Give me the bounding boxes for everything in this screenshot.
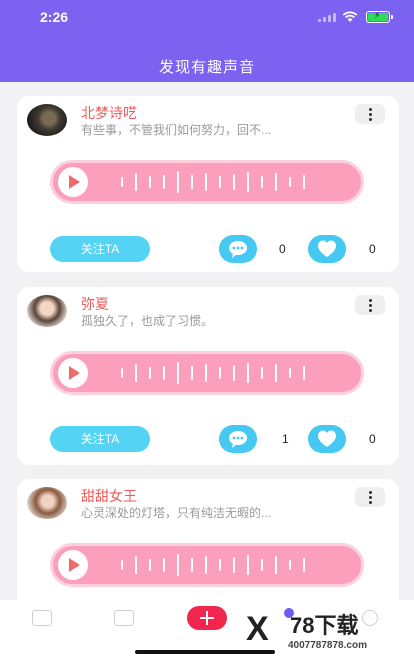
cellular-icon — [318, 13, 336, 22]
user-description: 孤独久了，也成了习惯。 — [81, 314, 214, 328]
battery-icon: ⚡ — [366, 10, 393, 23]
watermark: X 78下载 4007787878.com — [246, 612, 408, 654]
user-name[interactable]: 弥夏 — [81, 294, 109, 314]
play-icon[interactable] — [58, 167, 88, 197]
user-name[interactable]: 北梦诗呓 — [81, 103, 137, 123]
comment-count: 0 — [279, 242, 286, 256]
follow-button[interactable]: 关注TA — [50, 236, 150, 262]
comment-button[interactable] — [219, 235, 257, 263]
user-name[interactable]: 甜甜女王 — [81, 486, 137, 506]
comment-icon — [229, 431, 247, 448]
heart-icon — [318, 240, 336, 257]
home-icon[interactable] — [32, 610, 52, 626]
watermark-text: 78下载 — [290, 613, 359, 638]
waveform — [121, 163, 305, 201]
comment-button[interactable] — [219, 425, 257, 453]
status-time: 2:26 — [40, 9, 69, 25]
follow-button[interactable]: 关注TA — [50, 426, 150, 452]
avatar[interactable] — [27, 295, 67, 327]
post-card: 甜甜女王 心灵深处的灯塔，只有纯洁无暇的... — [17, 479, 399, 619]
gallery-icon[interactable] — [114, 610, 134, 626]
page-title: 发现有趣声音 — [158, 59, 255, 76]
more-options-button[interactable] — [355, 295, 385, 315]
like-button[interactable] — [308, 425, 346, 453]
more-options-button[interactable] — [355, 487, 385, 507]
voice-player[interactable] — [50, 160, 364, 204]
user-description: 心灵深处的灯塔，只有纯洁无暇的... — [81, 506, 272, 520]
like-button[interactable] — [308, 235, 346, 263]
voice-player[interactable] — [50, 351, 364, 395]
avatar[interactable] — [27, 104, 67, 136]
comment-count: 1 — [282, 432, 289, 446]
watermark-url: 4007787878.com — [288, 640, 367, 651]
watermark-logo: X — [246, 610, 269, 648]
comment-icon — [229, 241, 247, 258]
wifi-icon — [342, 11, 358, 22]
post-card: 北梦诗呓 有些事，不管我们如何努力，回不... 关注TA 0 0 — [17, 96, 399, 272]
voice-player[interactable] — [50, 543, 364, 587]
like-count: 0 — [369, 242, 376, 256]
avatar[interactable] — [27, 487, 67, 519]
like-count: 0 — [369, 432, 376, 446]
more-options-button[interactable] — [355, 104, 385, 124]
app-header: 2:26 ⚡ 发现有趣声音 — [0, 0, 414, 82]
user-description: 有些事，不管我们如何努力，回不... — [81, 123, 272, 137]
post-card: 弥夏 孤独久了，也成了习惯。 关注TA 1 0 — [17, 287, 399, 465]
status-bar: 2:26 ⚡ — [0, 0, 414, 36]
add-icon[interactable] — [187, 606, 227, 630]
heart-icon — [318, 430, 336, 447]
play-icon[interactable] — [58, 358, 88, 388]
play-icon[interactable] — [58, 550, 88, 580]
waveform — [121, 546, 305, 584]
waveform — [121, 354, 305, 392]
